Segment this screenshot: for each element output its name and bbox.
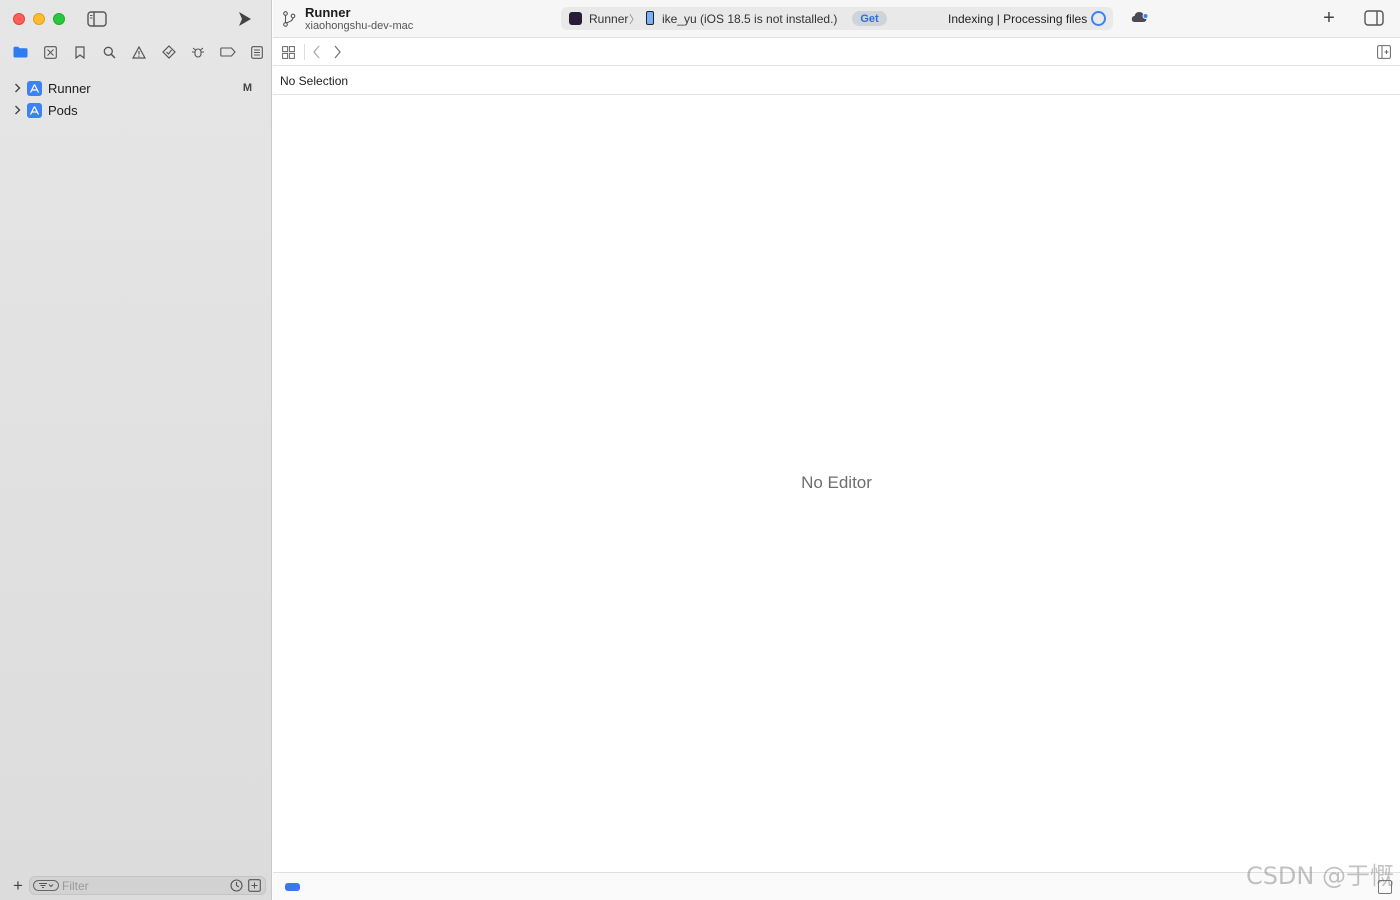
close-window-button[interactable] <box>13 13 25 25</box>
zoom-window-button[interactable] <box>53 13 65 25</box>
scheme-app-icon <box>569 12 582 25</box>
xcode-project-icon <box>27 80 42 96</box>
navigator-filter-bar: + <box>0 872 272 900</box>
tree-item-label: Runner <box>48 80 91 96</box>
cloud-icon[interactable] <box>1131 10 1149 26</box>
filter-field <box>29 876 266 895</box>
tree-item-pods[interactable]: Pods <box>0 99 272 121</box>
project-navigator-tree: Runner M Pods <box>0 77 272 121</box>
breadcrumb-label[interactable]: No Selection <box>280 74 348 88</box>
library-add-button[interactable]: + <box>1319 7 1339 29</box>
add-file-button[interactable]: + <box>8 876 28 896</box>
navigator-sidebar: Runner M Pods + <box>0 0 272 900</box>
filter-options-icon[interactable] <box>33 880 59 891</box>
search-icon[interactable] <box>95 40 125 64</box>
folder-icon[interactable] <box>6 40 36 64</box>
progress-spinner-icon <box>1091 11 1106 26</box>
report-icon[interactable] <box>243 40 273 64</box>
filter-input[interactable] <box>62 879 222 893</box>
related-items-grid-icon[interactable] <box>282 46 295 59</box>
run-icon[interactable] <box>234 9 256 29</box>
activity-status-text: Indexing | Processing files <box>948 12 1088 26</box>
empty-editor-message: No Editor <box>801 473 872 492</box>
branch-subtitle[interactable]: xiaohongshu-dev-mac <box>305 20 413 32</box>
get-platform-button[interactable]: Get <box>852 11 887 26</box>
breakpoints-toggle-icon[interactable] <box>285 883 300 891</box>
warning-icon[interactable] <box>124 40 154 64</box>
chevron-right-icon[interactable] <box>14 105 24 115</box>
window-toolbar: Runner xiaohongshu-dev-mac Runner 〉 ike_… <box>273 0 1400 38</box>
sidebar-toggle-icon[interactable] <box>86 10 108 28</box>
branch-icon[interactable] <box>282 10 298 28</box>
inspector-toggle-icon[interactable] <box>1364 10 1384 27</box>
tree-item-runner[interactable]: Runner M <box>0 77 272 99</box>
breakpoint-icon[interactable] <box>213 40 243 64</box>
tree-item-label: Pods <box>48 102 78 118</box>
editor-area: Runner xiaohongshu-dev-mac Runner 〉 ike_… <box>273 0 1400 900</box>
breadcrumb: No Selection <box>273 67 1400 95</box>
chevron-right-icon: 〉 <box>629 14 640 26</box>
scm-status-badge: M <box>242 82 252 94</box>
recent-files-icon[interactable] <box>230 879 243 892</box>
editor-jump-bar <box>273 38 1400 66</box>
forward-chevron-icon[interactable] <box>331 44 343 60</box>
window-titlebar-left <box>0 0 272 38</box>
back-chevron-icon[interactable] <box>311 44 323 60</box>
source-control-icon[interactable] <box>36 40 66 64</box>
minimize-window-button[interactable] <box>33 13 45 25</box>
source-control-filter-icon[interactable] <box>248 879 261 892</box>
navigator-tabs <box>0 38 272 66</box>
xcode-project-icon <box>27 102 42 118</box>
bookmark-icon[interactable] <box>65 40 95 64</box>
debug-icon[interactable] <box>183 40 213 64</box>
iphone-icon <box>646 11 654 25</box>
run-destination-selector[interactable]: ike_yu (iOS 18.5 is not installed.) <box>662 12 837 26</box>
chevron-right-icon[interactable] <box>14 83 24 93</box>
scheme-selector[interactable]: Runner <box>589 12 628 26</box>
activity-viewer: Runner 〉 ike_yu (iOS 18.5 is not install… <box>561 7 1113 30</box>
divider <box>304 44 305 60</box>
add-editor-icon[interactable] <box>1377 45 1391 59</box>
project-title[interactable]: Runner <box>305 5 351 20</box>
watermark: CSDN @于慨 <box>1245 862 1394 890</box>
debug-area-bar <box>273 872 1400 900</box>
test-icon[interactable] <box>154 40 184 64</box>
